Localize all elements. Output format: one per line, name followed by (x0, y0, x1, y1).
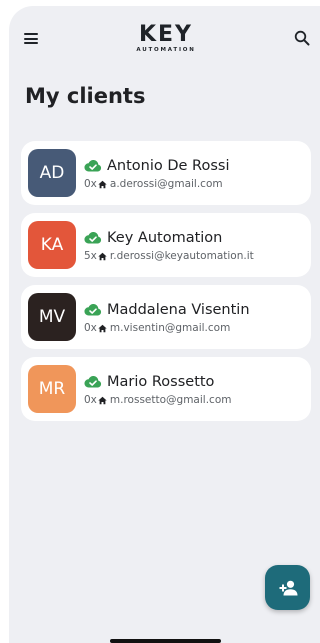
client-email: m.rossetto@gmail.com (109, 394, 232, 406)
client-name: Mario Rossetto (107, 374, 215, 390)
client-list: AD Antonio De Rossi 0x a.derossi@gmail.c… (21, 141, 311, 429)
cloud-check-icon (84, 231, 102, 244)
page-title: My clients (25, 84, 146, 108)
add-person-icon (279, 580, 297, 595)
client-card[interactable]: MR Mario Rossetto 0x m.rossetto@gmail.co… (21, 357, 311, 421)
home-icon (98, 324, 107, 333)
installation-count: 5x (84, 250, 97, 262)
logo-wordmark: KEY (138, 22, 193, 47)
avatar: MR (28, 365, 76, 413)
installation-count: 0x (84, 322, 97, 334)
cloud-check-icon (84, 303, 102, 316)
client-email: m.visentin@gmail.com (109, 322, 231, 334)
menu-icon[interactable] (24, 33, 38, 44)
key-automation-logo: KEY AUTOMATION (129, 24, 203, 54)
client-meta: 0x a.derossi@gmail.com (84, 178, 223, 191)
client-card[interactable]: KA Key Automation 5x r.derossi@keyautoma… (21, 213, 311, 277)
client-name: Antonio De Rossi (107, 158, 230, 174)
client-meta: 0x m.rossetto@gmail.com (84, 394, 231, 407)
client-name: Key Automation (107, 230, 223, 246)
client-email: a.derossi@gmail.com (109, 178, 223, 190)
client-card[interactable]: AD Antonio De Rossi 0x a.derossi@gmail.c… (21, 141, 311, 205)
home-indicator (110, 639, 221, 643)
avatar: AD (28, 149, 76, 197)
top-app-bar: KEY AUTOMATION (9, 6, 320, 66)
app-screen: KEY AUTOMATION My clients AD Antonio De … (9, 6, 320, 643)
home-icon (98, 396, 107, 405)
search-icon[interactable] (294, 30, 310, 46)
client-name: Maddalena Visentin (107, 302, 250, 318)
avatar: KA (28, 221, 76, 269)
cloud-check-icon (84, 375, 102, 388)
add-client-button[interactable] (265, 565, 310, 610)
cloud-check-icon (84, 159, 102, 172)
client-meta: 5x r.derossi@keyautomation.it (84, 250, 254, 263)
home-icon (98, 180, 107, 189)
client-email: r.derossi@keyautomation.it (109, 250, 254, 262)
home-icon (98, 252, 107, 261)
avatar: MV (28, 293, 76, 341)
client-card[interactable]: MV Maddalena Visentin 0x m.visentin@gmai… (21, 285, 311, 349)
installation-count: 0x (84, 394, 97, 406)
installation-count: 0x (84, 178, 97, 190)
logo-subtitle: AUTOMATION (136, 47, 196, 53)
client-meta: 0x m.visentin@gmail.com (84, 322, 230, 335)
